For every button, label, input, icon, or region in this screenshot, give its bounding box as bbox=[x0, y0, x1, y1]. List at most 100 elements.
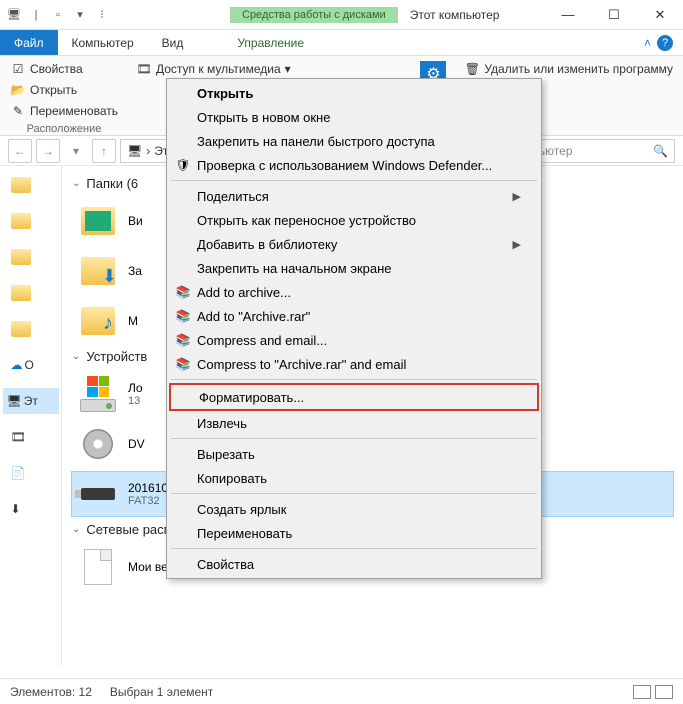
menu-label: Закрепить на начальном экране bbox=[197, 261, 392, 276]
nav-item-thispc[interactable]: 🖥Эт bbox=[3, 388, 59, 414]
folder-icon: ♪ bbox=[81, 307, 115, 335]
nav-item[interactable]: 📄 bbox=[11, 460, 51, 486]
up-button[interactable]: ↑ bbox=[92, 139, 116, 163]
nav-label: Эт bbox=[24, 394, 38, 408]
item-label: Ви bbox=[128, 214, 143, 228]
details-view-icon[interactable] bbox=[633, 685, 651, 699]
nav-item[interactable] bbox=[11, 316, 51, 342]
nav-pane[interactable]: ☁ O 🖥Эт 🎞 📄 ⬇ bbox=[0, 166, 62, 666]
minimize-button[interactable]: — bbox=[545, 0, 591, 30]
menu-separator bbox=[171, 493, 537, 494]
group-folders-label: Папки (6 bbox=[86, 176, 138, 191]
winrar-icon: 📚 bbox=[175, 284, 191, 300]
group-devices-label: Устройств bbox=[86, 349, 147, 364]
window-title: Этот компьютер bbox=[410, 8, 500, 22]
menu-format[interactable]: Форматировать... bbox=[169, 383, 539, 411]
context-menu: Открыть Открыть в новом окне Закрепить н… bbox=[166, 78, 542, 579]
chevron-up-icon[interactable]: ˄ bbox=[644, 36, 651, 50]
qat-overflow[interactable]: ⁝ bbox=[94, 7, 110, 23]
rename-button[interactable]: ✎Переименовать bbox=[8, 102, 120, 120]
folder-icon bbox=[11, 321, 31, 337]
menu-separator bbox=[171, 180, 537, 181]
menu-rename[interactable]: Переименовать bbox=[169, 521, 539, 545]
rename-label: Переименовать bbox=[30, 104, 118, 118]
properties-button[interactable]: ☑Свойства bbox=[8, 60, 120, 78]
menu-add-archive[interactable]: 📚 Add to archive... bbox=[169, 280, 539, 304]
folder-icon bbox=[11, 177, 31, 193]
item-sublabel: 13 bbox=[128, 395, 143, 407]
item-label: За bbox=[128, 264, 142, 278]
menu-pin-quick-access[interactable]: Закрепить на панели быстрого доступа bbox=[169, 129, 539, 153]
menu-label: Свойства bbox=[197, 557, 254, 572]
pc-icon: 🖥 bbox=[127, 144, 142, 158]
menu-label: Compress to "Archive.rar" and email bbox=[197, 357, 406, 372]
nav-item[interactable] bbox=[11, 244, 51, 270]
folder-icon bbox=[11, 285, 31, 301]
help-icon[interactable]: ? bbox=[657, 35, 673, 51]
group-label-location: Расположение bbox=[8, 123, 120, 135]
menu-add-library[interactable]: Добавить в библиотеку▶ bbox=[169, 232, 539, 256]
uninstall-button[interactable]: 🗑Удалить или изменить программу bbox=[462, 60, 675, 78]
onedrive-icon: ☁ bbox=[11, 358, 23, 372]
dropdown-icon: ▾ bbox=[285, 62, 291, 76]
menu-open[interactable]: Открыть bbox=[169, 81, 539, 105]
menu-add-rar[interactable]: 📚Add to "Archive.rar" bbox=[169, 304, 539, 328]
menu-cut[interactable]: Вырезать bbox=[169, 442, 539, 466]
back-button[interactable]: ← bbox=[8, 139, 32, 163]
menu-separator bbox=[171, 379, 537, 380]
menu-share[interactable]: Поделиться▶ bbox=[169, 184, 539, 208]
menu-create-shortcut[interactable]: Создать ярлык bbox=[169, 497, 539, 521]
status-bar: Элементов: 12 Выбран 1 элемент bbox=[0, 678, 683, 704]
qat-btn[interactable]: ▾ bbox=[72, 7, 88, 23]
nav-item[interactable]: ⬇ bbox=[11, 496, 51, 522]
folder-icon bbox=[11, 213, 31, 229]
menu-open-portable[interactable]: Открыть как переносное устройство bbox=[169, 208, 539, 232]
nav-item-onedrive[interactable]: ☁ O bbox=[11, 352, 51, 378]
media-access-button[interactable]: 🎞Доступ к мультимедиа ▾ bbox=[134, 60, 293, 78]
tiles-view-icon[interactable] bbox=[655, 685, 673, 699]
history-dropdown[interactable]: ▾ bbox=[64, 139, 88, 163]
tab-view[interactable]: Вид bbox=[148, 30, 198, 55]
menu-label: Копировать bbox=[197, 471, 267, 486]
dvd-icon bbox=[83, 429, 113, 459]
contextual-tab-header: Средства работы с дисками bbox=[230, 7, 398, 23]
folder-icon bbox=[11, 249, 31, 265]
folder-icon bbox=[81, 207, 115, 235]
menu-compress-email[interactable]: 📚Compress and email... bbox=[169, 328, 539, 352]
menu-label: Создать ярлык bbox=[197, 502, 286, 517]
menu-defender-scan[interactable]: 🛡Проверка с использованием Windows Defen… bbox=[169, 153, 539, 177]
windows-icon bbox=[87, 376, 109, 397]
tab-computer[interactable]: Компьютер bbox=[58, 30, 148, 55]
qat-btn[interactable]: ▫ bbox=[50, 7, 66, 23]
winrar-icon: 📚 bbox=[175, 356, 191, 372]
menu-copy[interactable]: Копировать bbox=[169, 466, 539, 490]
menu-open-new-window[interactable]: Открыть в новом окне bbox=[169, 105, 539, 129]
maximize-button[interactable]: ☐ bbox=[591, 0, 637, 30]
tab-manage[interactable]: Управление bbox=[223, 30, 318, 55]
open-button[interactable]: 📂Открыть bbox=[8, 81, 120, 99]
chevron-down-icon: ⌄ bbox=[72, 178, 80, 189]
menu-pin-start[interactable]: Закрепить на начальном экране bbox=[169, 256, 539, 280]
tab-file[interactable]: Файл bbox=[0, 30, 58, 55]
media-access-label: Доступ к мультимедиа bbox=[156, 62, 281, 76]
menu-label: Вырезать bbox=[197, 447, 255, 462]
menu-label: Поделиться bbox=[197, 189, 269, 204]
nav-item[interactable] bbox=[11, 280, 51, 306]
view-switcher[interactable] bbox=[633, 685, 673, 699]
item-label: М bbox=[128, 314, 138, 328]
drive-icon bbox=[80, 399, 116, 412]
close-button[interactable]: ✕ bbox=[637, 0, 683, 30]
nav-item[interactable]: 🎞 bbox=[11, 424, 51, 450]
menu-label: Add to archive... bbox=[197, 285, 291, 300]
menu-compress-rar-email[interactable]: 📚 Compress to "Archive.rar" and email bbox=[169, 352, 539, 376]
menu-label: Извлечь bbox=[197, 416, 247, 431]
open-label: Открыть bbox=[30, 83, 77, 97]
nav-item[interactable] bbox=[11, 208, 51, 234]
status-selection: Выбран 1 элемент bbox=[110, 685, 213, 699]
forward-button[interactable]: → bbox=[36, 139, 60, 163]
menu-eject[interactable]: Извлечь bbox=[169, 411, 539, 435]
download-overlay-icon: ⬇ bbox=[102, 266, 117, 287]
menu-label: Закрепить на панели быстрого доступа bbox=[197, 134, 435, 149]
menu-properties[interactable]: Свойства bbox=[169, 552, 539, 576]
nav-item[interactable] bbox=[11, 172, 51, 198]
